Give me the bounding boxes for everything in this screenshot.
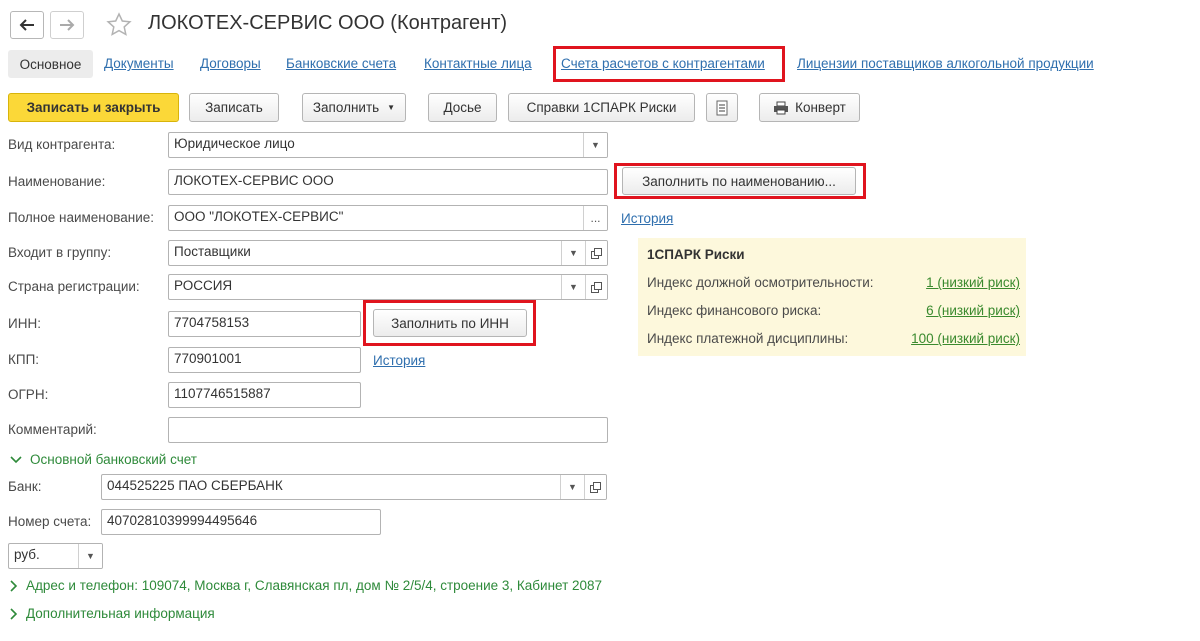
currency-select[interactable]: руб. ▼ xyxy=(8,543,103,569)
ogrn-input[interactable]: 1107746515887 xyxy=(168,382,361,408)
spark-diligence-value[interactable]: 1 (низкий риск) xyxy=(926,275,1020,290)
kind-value: Юридическое лицо xyxy=(174,136,295,151)
extra-section-toggle[interactable]: Дополнительная информация xyxy=(10,606,215,621)
bank-value: 044525225 ПАО СБЕРБАНК xyxy=(107,478,283,493)
currency-value: руб. xyxy=(14,547,40,562)
arrow-left-icon xyxy=(19,19,34,31)
envelope-button[interactable]: Конверт xyxy=(759,93,860,122)
bank-label: Банк: xyxy=(8,479,42,494)
fullname-input[interactable]: ООО "ЛОКОТЕХ-СЕРВИС" ... xyxy=(168,205,608,231)
chevron-down-icon[interactable]: ▼ xyxy=(561,275,585,299)
group-select[interactable]: Поставщики ▼ xyxy=(168,240,608,266)
chevron-down-icon xyxy=(10,455,22,463)
address-section-toggle[interactable]: Адрес и телефон: 109074, Москва г, Славя… xyxy=(10,578,602,593)
name-input[interactable]: ЛОКОТЕХ-СЕРВИС ООО xyxy=(168,169,608,195)
comment-input[interactable] xyxy=(168,417,608,443)
tab-bank-accounts[interactable]: Банковские счета xyxy=(286,56,396,71)
star-icon xyxy=(106,12,132,36)
save-button[interactable]: Записать xyxy=(189,93,279,122)
account-input[interactable]: 40702810399994495646 xyxy=(101,509,381,535)
inn-label: ИНН: xyxy=(8,316,41,331)
tab-settlement-accounts[interactable]: Счета расчетов с контрагентами xyxy=(561,56,765,71)
back-button[interactable] xyxy=(10,11,44,39)
chevron-down-icon[interactable]: ▼ xyxy=(78,544,102,568)
document-list-icon xyxy=(716,100,728,115)
chevron-down-icon[interactable]: ▼ xyxy=(560,475,584,499)
fill-by-name-button[interactable]: Заполнить по наименованию... xyxy=(622,167,856,195)
name-label: Наименование: xyxy=(8,174,106,189)
ogrn-label: ОГРН: xyxy=(8,387,49,402)
country-value: РОССИЯ xyxy=(174,278,233,293)
fullname-history-link[interactable]: История xyxy=(621,211,673,226)
group-label: Входит в группу: xyxy=(8,245,112,260)
arrow-right-icon xyxy=(60,19,75,31)
fill-button-label: Заполнить xyxy=(312,100,380,115)
kpp-history-link[interactable]: История xyxy=(373,353,425,368)
spark-risk-panel: 1СПАРК Риски Индекс должной осмотрительн… xyxy=(638,238,1026,356)
kind-label: Вид контрагента: xyxy=(8,137,116,152)
kind-select[interactable]: Юридическое лицо ▼ xyxy=(168,132,608,158)
dossier-button[interactable]: Досье xyxy=(428,93,497,122)
fill-button[interactable]: Заполнить ▼ xyxy=(302,93,406,122)
tab-documents[interactable]: Документы xyxy=(104,56,174,71)
page-title: ЛОКОТЕХ-СЕРВИС ООО (Контрагент) xyxy=(148,12,508,34)
open-icon[interactable] xyxy=(584,475,606,499)
spark-reports-button[interactable]: Справки 1СПАРК Риски xyxy=(508,93,695,122)
spark-financial-label: Индекс финансового риска: xyxy=(647,303,822,318)
open-icon[interactable] xyxy=(585,241,607,265)
country-select[interactable]: РОССИЯ ▼ xyxy=(168,274,608,300)
bank-select[interactable]: 044525225 ПАО СБЕРБАНК ▼ xyxy=(101,474,607,500)
inn-input[interactable]: 7704758153 xyxy=(168,311,361,337)
account-label: Номер счета: xyxy=(8,514,92,529)
group-value: Поставщики xyxy=(174,244,251,259)
country-label: Страна регистрации: xyxy=(8,279,140,294)
chevron-down-icon[interactable]: ▼ xyxy=(583,133,607,157)
spark-financial-value[interactable]: 6 (низкий риск) xyxy=(926,303,1020,318)
favorite-star[interactable] xyxy=(106,12,132,38)
bank-section-title: Основной банковский счет xyxy=(30,452,197,467)
kpp-label: КПП: xyxy=(8,352,40,367)
chevron-down-icon: ▼ xyxy=(387,103,396,112)
fullname-label: Полное наименование: xyxy=(8,210,155,225)
kpp-input[interactable]: 770901001 xyxy=(168,347,361,373)
extra-section-title: Дополнительная информация xyxy=(26,606,215,621)
spark-payment-value[interactable]: 100 (низкий риск) xyxy=(911,331,1020,346)
chevron-right-icon xyxy=(10,607,18,620)
spark-title: 1СПАРК Риски xyxy=(647,247,745,262)
save-and-close-button[interactable]: Записать и закрыть xyxy=(8,93,179,122)
tab-main[interactable]: Основное xyxy=(8,50,93,78)
print-list-button[interactable] xyxy=(706,93,738,122)
bank-section-toggle[interactable]: Основной банковский счет xyxy=(10,452,197,467)
comment-label: Комментарий: xyxy=(8,422,97,437)
fill-by-inn-button[interactable]: Заполнить по ИНН xyxy=(373,309,527,337)
spark-payment-label: Индекс платежной дисциплины: xyxy=(647,331,849,346)
more-button[interactable]: ... xyxy=(583,206,607,230)
chevron-right-icon xyxy=(10,579,18,592)
tab-contacts[interactable]: Контактные лица xyxy=(424,56,532,71)
printer-icon xyxy=(774,101,789,114)
fullname-value: ООО "ЛОКОТЕХ-СЕРВИС" xyxy=(174,209,344,224)
address-section-title: Адрес и телефон: 109074, Москва г, Славя… xyxy=(26,578,603,593)
chevron-down-icon[interactable]: ▼ xyxy=(561,241,585,265)
envelope-button-label: Конверт xyxy=(795,100,846,115)
spark-diligence-label: Индекс должной осмотрительности: xyxy=(647,275,874,290)
open-icon[interactable] xyxy=(585,275,607,299)
tab-contracts[interactable]: Договоры xyxy=(200,56,261,71)
tab-alcohol-licenses[interactable]: Лицензии поставщиков алкогольной продукц… xyxy=(797,56,1094,71)
forward-button[interactable] xyxy=(50,11,84,39)
